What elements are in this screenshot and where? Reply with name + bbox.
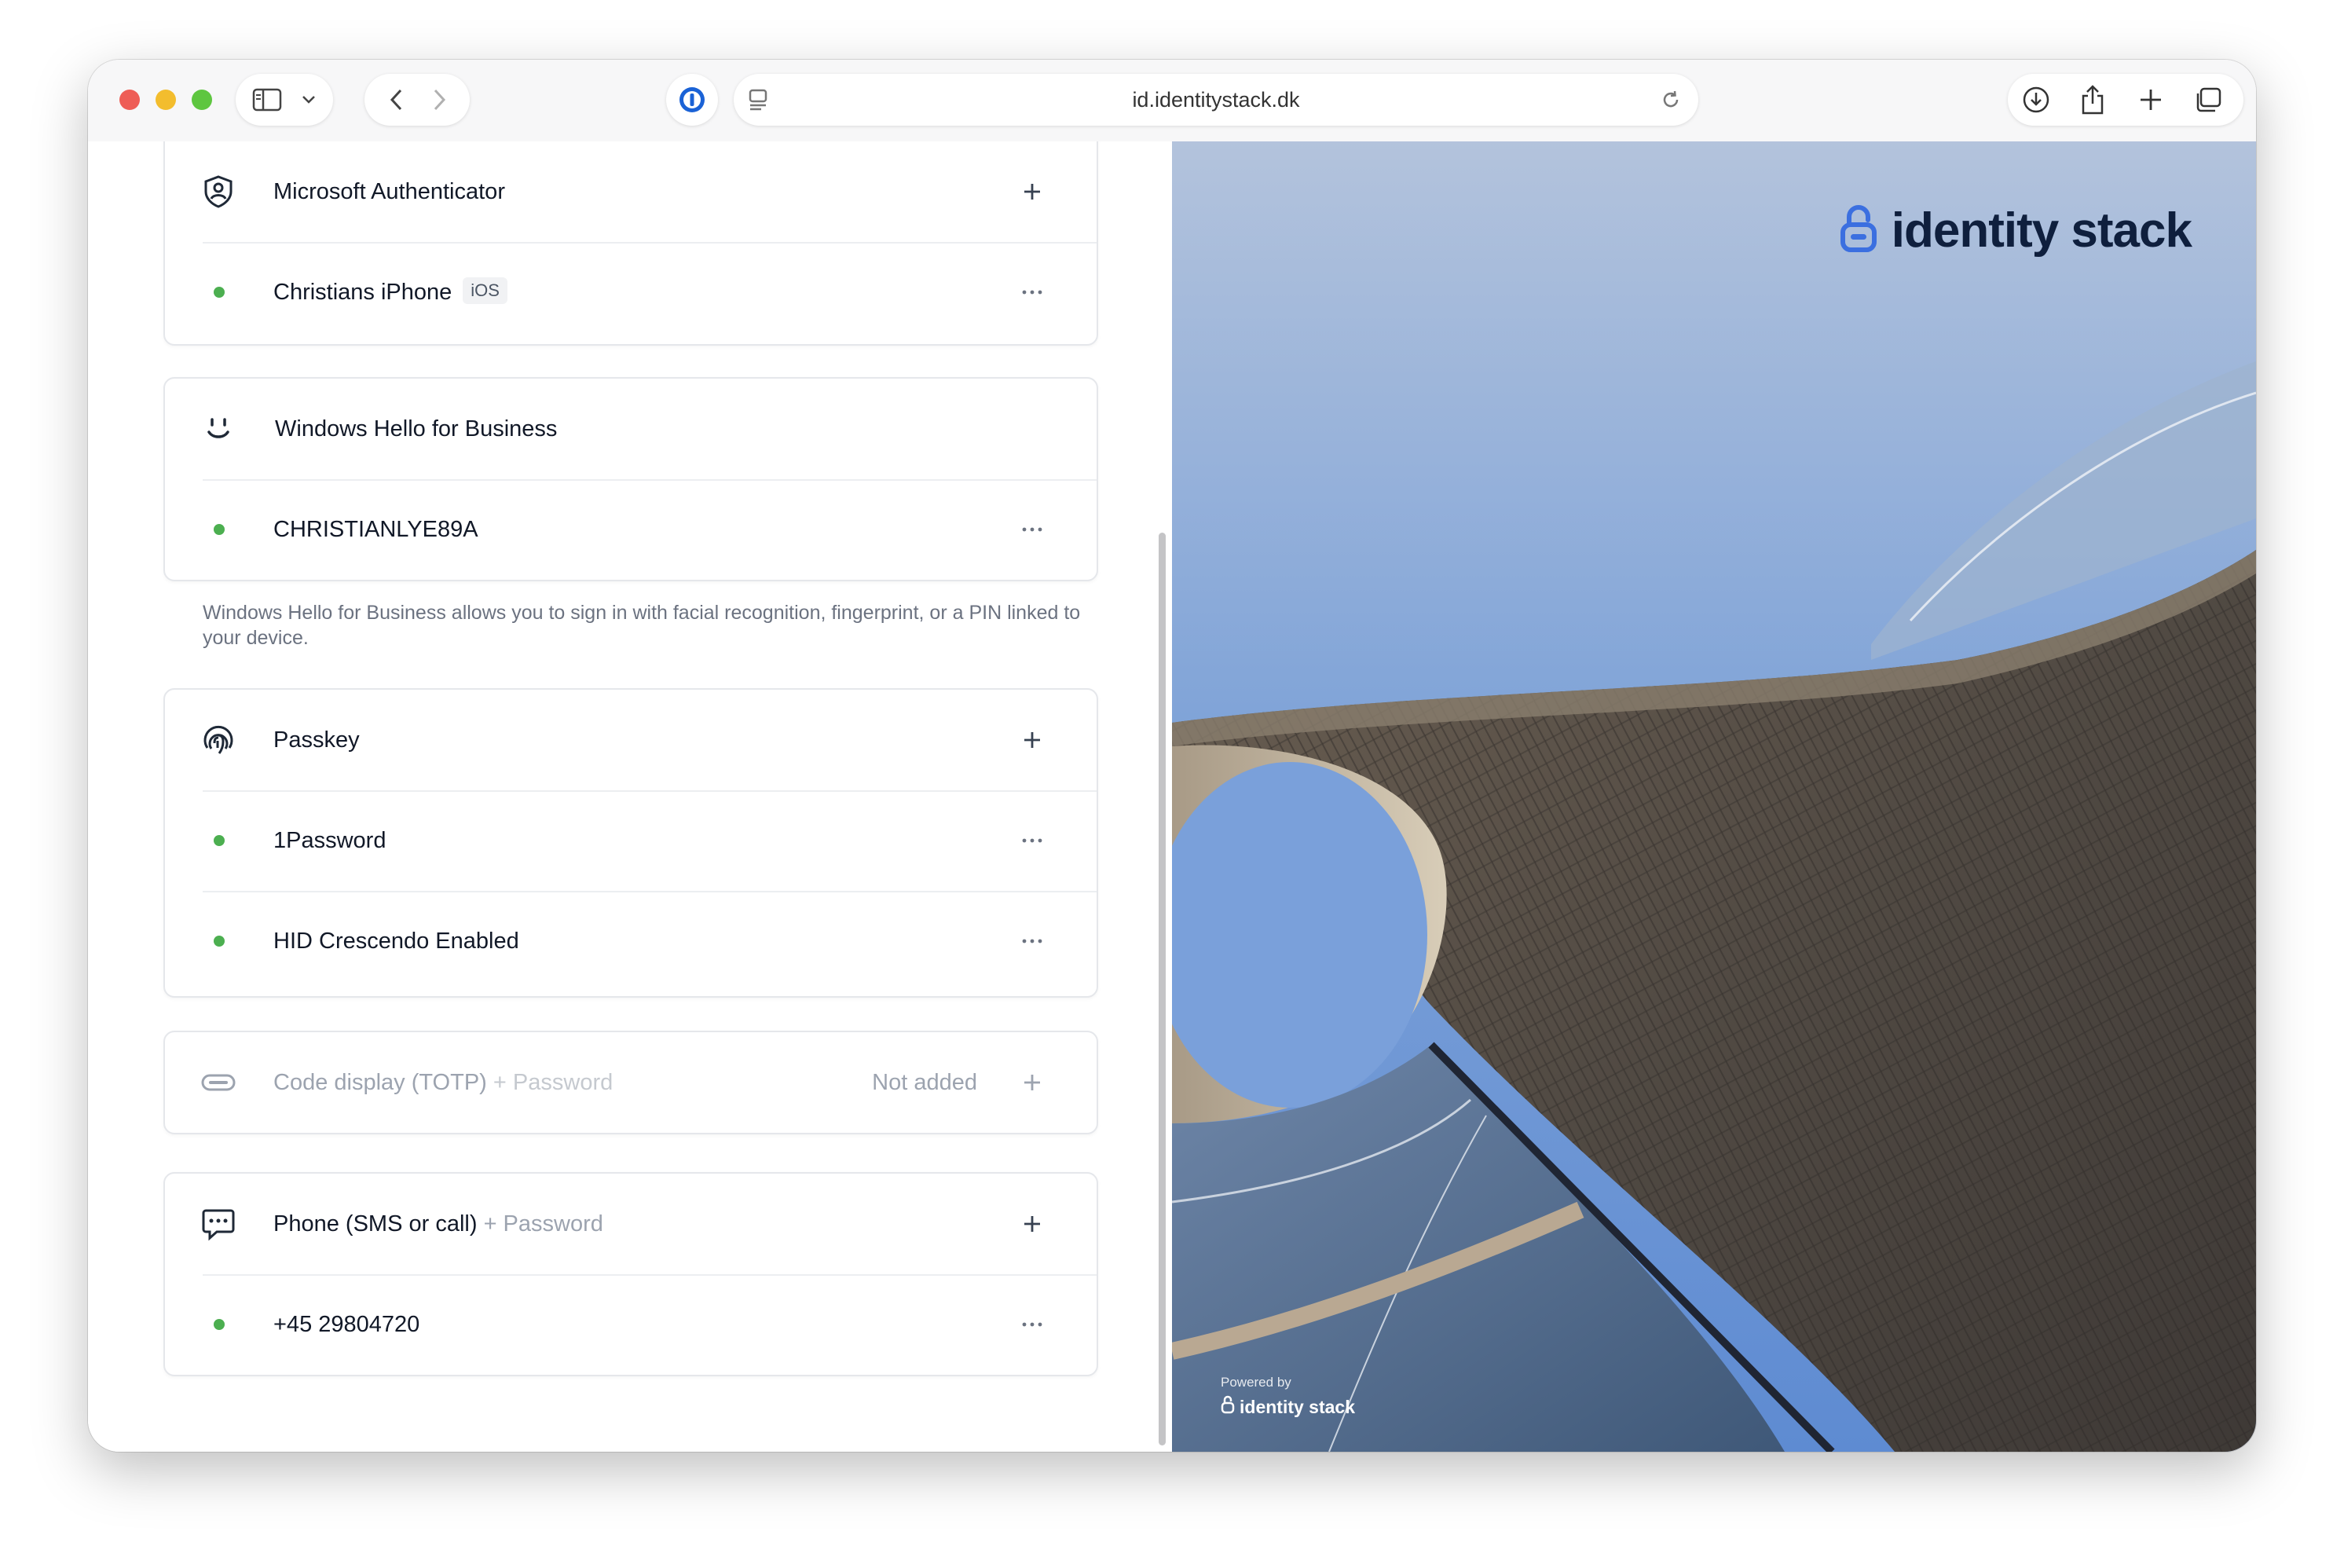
authenticator-lock-icon	[201, 174, 236, 209]
not-added-status: Not added	[872, 1070, 977, 1095]
browser-window: id.identitystack.dk Microsoft Authentica…	[88, 60, 2256, 1452]
method-header-row: Passkey	[165, 690, 1097, 790]
device-options-button[interactable]	[1018, 278, 1046, 306]
smiley-icon	[201, 412, 236, 446]
new-tab-icon[interactable]	[2137, 86, 2165, 114]
powered-by-name: identity stack	[1240, 1396, 1355, 1417]
method-sub-label: + Password	[493, 1070, 613, 1095]
scrollbar-thumb[interactable]	[1159, 533, 1166, 1445]
method-label: Microsoft Authenticator	[273, 179, 505, 204]
device-row: HID Crescendo Enabled	[165, 891, 1097, 991]
add-phone-button[interactable]	[1018, 1210, 1046, 1238]
method-header-row: Code display (TOTP) + Password Not added	[165, 1032, 1097, 1133]
address-bar[interactable]: id.identitystack.dk	[734, 74, 1698, 126]
device-label: Christians iPhone iOS	[273, 242, 507, 343]
method-name: Phone (SMS or call)	[273, 1211, 478, 1236]
method-header-row: Phone (SMS or call) + Password	[165, 1174, 1097, 1274]
close-window-button[interactable]	[119, 90, 140, 110]
sidebar-icon	[251, 88, 283, 112]
fingerprint-icon	[201, 723, 236, 757]
brand-name: identity stack	[1891, 203, 2192, 258]
totp-card: Code display (TOTP) + Password Not added	[163, 1031, 1098, 1134]
tab-overview-icon[interactable]	[2193, 86, 2223, 114]
method-header-row: Microsoft Authenticator	[165, 141, 1097, 242]
onepassword-icon	[678, 86, 706, 114]
windows-hello-help-text: Windows Hello for Business allows you to…	[203, 602, 1081, 649]
branding-panel: identity stack Powered by identity stack	[1172, 141, 2256, 1452]
browser-toolbar: id.identitystack.dk	[88, 60, 2256, 142]
code-display-icon	[201, 1065, 236, 1100]
method-sub-label: + Password	[483, 1211, 603, 1236]
add-totp-button[interactable]	[1018, 1068, 1046, 1097]
device-name: 1Password	[273, 828, 386, 853]
share-icon[interactable]	[2078, 84, 2107, 115]
device-name: HID Crescendo Enabled	[273, 929, 519, 954]
phone-card: Phone (SMS or call) + Password +45 29804…	[163, 1172, 1098, 1376]
device-row: 1Password	[165, 790, 1097, 891]
device-row: CHRISTIANLYE89A	[165, 479, 1097, 580]
powered-by-brand: identity stack	[1221, 1395, 1355, 1419]
platform-badge: iOS	[463, 277, 507, 305]
method-label: Code display (TOTP) + Password	[273, 1032, 613, 1133]
padlock-icon	[1221, 1395, 1235, 1419]
padlock-icon	[1840, 204, 1877, 257]
powered-by-label: Powered by	[1221, 1375, 1291, 1390]
url-text: id.identitystack.dk	[1132, 88, 1300, 112]
architecture-photo	[1172, 141, 2256, 1452]
password-manager-extension[interactable]	[666, 74, 718, 126]
active-status-dot	[214, 1319, 225, 1330]
device-name: CHRISTIANLYE89A	[273, 517, 478, 542]
microsoft-authenticator-card: Microsoft Authenticator Christians iPhon…	[163, 141, 1098, 346]
chevron-down-icon[interactable]	[300, 91, 317, 108]
add-passkey-button[interactable]	[1018, 726, 1046, 754]
method-name: Code display (TOTP)	[273, 1070, 487, 1095]
downloads-icon[interactable]	[2022, 86, 2050, 114]
phone-number: +45 29804720	[273, 1312, 420, 1337]
sidebar-toggle-group[interactable]	[236, 74, 333, 126]
windows-hello-card: Windows Hello for Business CHRISTIANLYE8…	[163, 377, 1098, 581]
history-nav-group	[364, 74, 470, 126]
passkey-card: Passkey 1Password HID Crescendo Enabled	[163, 688, 1098, 998]
method-header-row: Windows Hello for Business	[165, 379, 1097, 479]
method-label: Passkey	[273, 727, 360, 753]
device-options-button[interactable]	[1018, 1310, 1046, 1339]
minimize-window-button[interactable]	[156, 90, 176, 110]
security-methods-pane: Microsoft Authenticator Christians iPhon…	[88, 141, 1172, 1452]
device-row: Christians iPhone iOS	[165, 242, 1097, 343]
toolbar-actions	[2008, 74, 2243, 126]
active-status-dot	[214, 835, 225, 846]
active-status-dot	[214, 287, 225, 298]
add-microsoft-authenticator-button[interactable]	[1018, 178, 1046, 206]
reload-icon[interactable]	[1659, 88, 1683, 112]
device-options-button[interactable]	[1018, 515, 1046, 544]
chat-bubble-icon	[201, 1207, 236, 1241]
device-options-button[interactable]	[1018, 927, 1046, 955]
forward-icon[interactable]	[427, 88, 451, 112]
device-name: Christians iPhone	[273, 280, 452, 305]
powered-by-badge[interactable]: Powered by identity stack	[1221, 1375, 1355, 1419]
active-status-dot	[214, 936, 225, 947]
zoom-window-button[interactable]	[192, 90, 212, 110]
method-label: Windows Hello for Business	[275, 416, 558, 441]
identity-stack-logo: identity stack	[1840, 203, 2192, 258]
back-icon[interactable]	[385, 88, 408, 112]
active-status-dot	[214, 524, 225, 535]
method-label: Phone (SMS or call) + Password	[273, 1174, 603, 1274]
device-options-button[interactable]	[1018, 826, 1046, 855]
device-row: +45 29804720	[165, 1274, 1097, 1375]
